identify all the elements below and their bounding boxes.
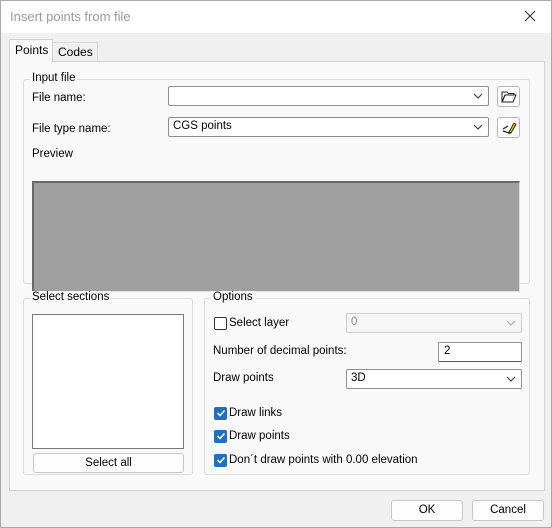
file-name-label: File name:	[32, 92, 86, 104]
draw-points-combo[interactable]: 3D	[346, 369, 522, 389]
draw-links-checkbox-row[interactable]: Draw links	[214, 405, 282, 421]
chevron-down-icon	[473, 124, 483, 130]
draw-points-value: 3D	[351, 372, 366, 384]
edit-format-icon	[502, 121, 517, 134]
file-type-value: CGS points	[173, 120, 232, 132]
tab-codes[interactable]: Codes	[52, 42, 98, 61]
tab-points[interactable]: Points	[9, 39, 53, 62]
layer-combo: 0	[346, 313, 522, 333]
close-button[interactable]	[515, 3, 545, 29]
options-group: Options Select layer 0 Number of decimal…	[204, 291, 530, 475]
file-type-combo[interactable]: CGS points	[168, 117, 489, 137]
draw-points-check-label: Draw points	[229, 430, 290, 442]
draw-points-checkbox-row[interactable]: Draw points	[214, 428, 290, 444]
no-zero-elevation-label: Don´t draw points with 0.00 elevation	[229, 454, 418, 466]
checkmark-icon	[216, 432, 225, 440]
input-file-group-label: Input file	[30, 72, 78, 84]
file-name-combo[interactable]	[168, 86, 489, 106]
decimal-points-label: Number of decimal points:	[213, 345, 347, 357]
draw-links-checkbox[interactable]	[214, 406, 227, 420]
input-file-group: Input file File name: File type name: CG…	[23, 72, 530, 292]
no-zero-elevation-checkbox[interactable]	[214, 453, 227, 467]
checkmark-icon	[216, 456, 225, 464]
browse-file-button[interactable]	[497, 86, 520, 107]
folder-open-icon	[500, 91, 517, 102]
sections-listbox[interactable]	[32, 314, 184, 449]
chevron-down-icon	[473, 93, 483, 99]
checkmark-icon	[216, 409, 225, 417]
close-icon	[524, 10, 536, 22]
points-tab-panel: Input file File name: File type name: CG…	[9, 61, 545, 491]
tab-strip: Points Codes	[9, 39, 545, 62]
file-type-label: File type name:	[32, 123, 111, 135]
window-title: Insert points from file	[10, 9, 131, 24]
ok-button[interactable]: OK	[391, 500, 463, 521]
decimal-points-input[interactable]: 2	[438, 342, 522, 362]
select-layer-checkbox[interactable]	[214, 316, 227, 330]
draw-points-mode-label: Draw points	[213, 372, 274, 384]
draw-points-checkbox[interactable]	[214, 429, 227, 443]
select-layer-label: Select layer	[229, 317, 290, 329]
draw-links-label: Draw links	[229, 407, 283, 419]
edit-file-type-button[interactable]	[497, 117, 520, 138]
select-sections-group: Select sections Select all	[23, 291, 193, 475]
select-sections-group-label: Select sections	[30, 291, 112, 303]
select-all-button[interactable]: Select all	[33, 453, 184, 473]
cancel-button[interactable]: Cancel	[472, 500, 544, 521]
title-bar: Insert points from file	[1, 1, 551, 33]
layer-value: 0	[351, 316, 358, 328]
chevron-down-icon	[506, 376, 516, 382]
dialog-window: Insert points from file Points Codes Inp…	[0, 0, 552, 528]
chevron-down-icon	[506, 320, 516, 326]
file-preview-area	[32, 181, 520, 292]
select-layer-checkbox-row[interactable]: Select layer	[214, 315, 289, 331]
options-group-label: Options	[211, 291, 255, 303]
no-zero-elevation-checkbox-row[interactable]: Don´t draw points with 0.00 elevation	[214, 452, 418, 468]
preview-label: Preview	[32, 148, 73, 160]
